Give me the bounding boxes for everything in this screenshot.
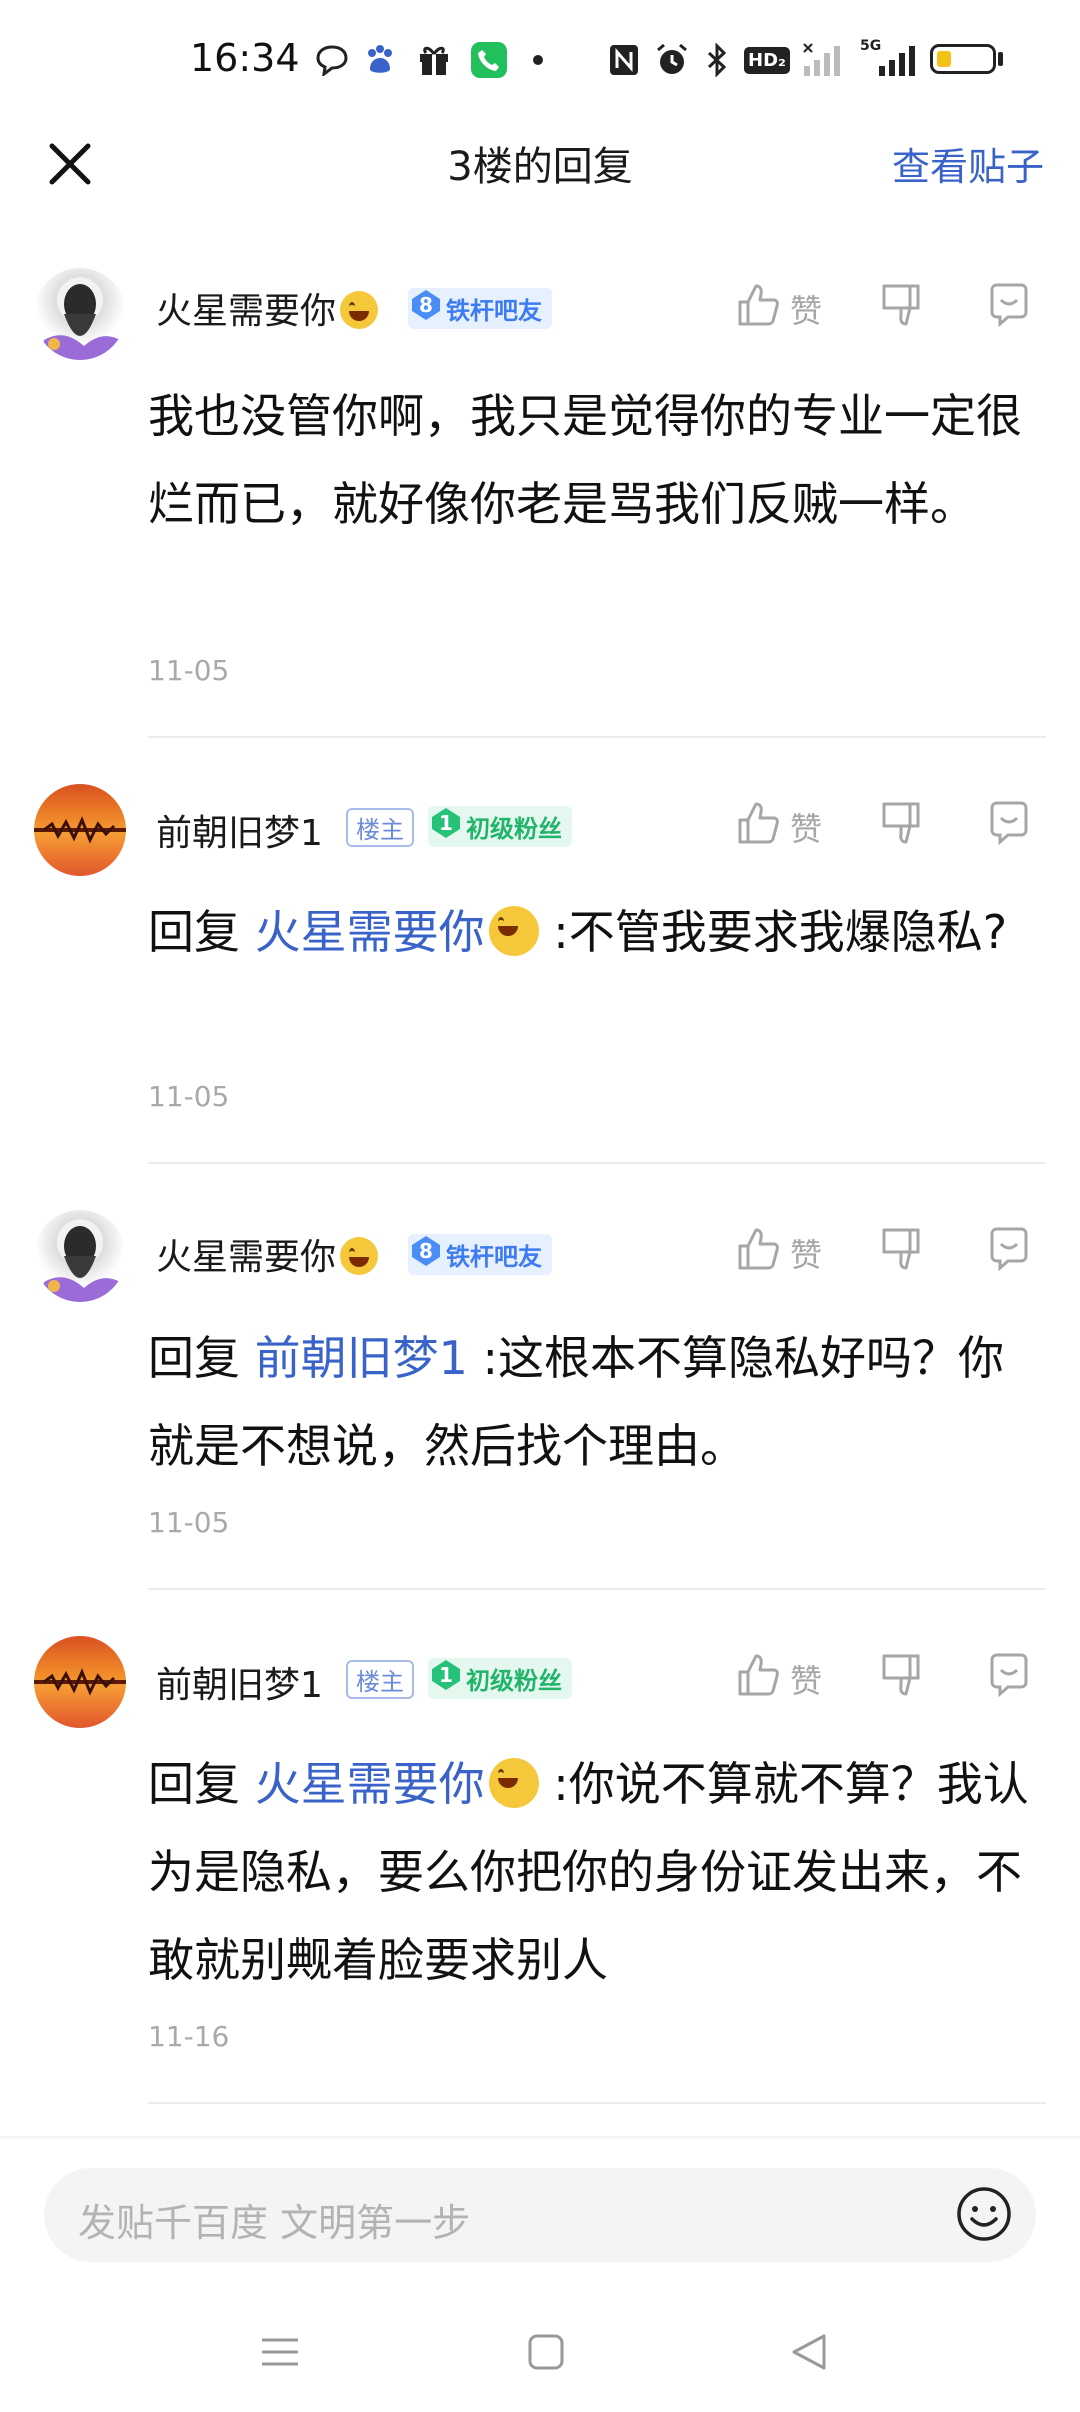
username[interactable]: 火星需要你 (156, 282, 379, 334)
like-label[interactable]: 赞 (790, 286, 822, 332)
reply-date: 11-05 (148, 1506, 230, 1539)
hd-label: HD₂ (744, 46, 790, 74)
mention-link[interactable]: 火星需要你 (255, 1757, 539, 1811)
signal-icon (800, 40, 844, 80)
grinning-emoji-icon (340, 291, 379, 329)
alarm-icon (652, 40, 692, 80)
level-label: 初级粉丝 (466, 1667, 562, 1695)
divider (148, 2102, 1046, 2104)
reply-prefix: 回复 (148, 1331, 240, 1385)
5g-signal-icon: 5G (860, 38, 922, 80)
input-placeholder: 发贴千百度 文明第一步 (78, 2201, 471, 2245)
reply-content: 回复 火星需要你 :不管我要求我爆隐私? (148, 888, 1048, 976)
grinning-emoji-icon (340, 1237, 379, 1275)
level-number: 1 (432, 1660, 460, 1690)
nfc-icon (606, 40, 642, 80)
status-time: 16:34 (190, 36, 300, 80)
reply-input[interactable]: 发贴千百度 文明第一步 (44, 2168, 1036, 2262)
like-label[interactable]: 赞 (790, 1230, 822, 1276)
reply-content: 回复 火星需要你 :你说不算就不算？我认为是隐私，要么你把你的身份证发出来，不敢… (148, 1740, 1048, 2004)
level-number: 8 (412, 1236, 440, 1266)
menu-icon[interactable] (250, 2322, 310, 2382)
level-number: 8 (412, 290, 440, 320)
username[interactable]: 前朝旧梦1 (156, 804, 323, 856)
reply-content: 回复 前朝旧梦1 :这根本不算隐私好吗？你就是不想说，然后找个理由。 (148, 1314, 1048, 1490)
level-badge: 1 初级粉丝 (428, 1658, 572, 1699)
level-number: 1 (432, 808, 460, 838)
avatar[interactable] (34, 1636, 126, 1728)
username-text: 火星需要你 (156, 1237, 337, 1278)
comment-icon[interactable] (986, 1226, 1032, 1276)
divider (148, 736, 1046, 738)
mention-link[interactable]: 前朝旧梦1 (255, 1331, 468, 1385)
level-label: 初级粉丝 (466, 815, 562, 843)
username[interactable]: 火星需要你 (156, 1228, 379, 1280)
phone-icon (468, 40, 510, 80)
reply-prefix: 回复 (148, 905, 240, 959)
reply-content: 我也没管你啊，我只是觉得你的专业一定很烂而已，就好像你老是骂我们反贼一样。 (148, 389, 1022, 531)
baidu-paw-icon (360, 40, 400, 80)
home-square-icon[interactable] (516, 2322, 576, 2382)
username-text: 火星需要你 (156, 291, 337, 332)
avatar[interactable] (34, 268, 126, 360)
comment-icon[interactable] (986, 282, 1032, 332)
header: 3楼的回复 查看贴子 (0, 120, 1080, 208)
avatar[interactable] (34, 784, 126, 876)
grinning-emoji-icon (488, 906, 539, 956)
5g-label: 5G (860, 38, 882, 54)
reply-date: 11-05 (148, 1080, 230, 1113)
comment-icon[interactable] (986, 1652, 1032, 1702)
level-badge: 1 初级粉丝 (428, 806, 572, 847)
battery-icon (930, 44, 996, 74)
reply-text: :不管我要求我爆隐私? (553, 905, 1008, 959)
view-post-link[interactable]: 查看贴子 (892, 136, 1044, 191)
back-triangle-icon[interactable] (780, 2322, 840, 2382)
reply-date: 11-16 (148, 2020, 230, 2053)
divider (148, 1588, 1046, 1590)
level-badge: 8 铁杆吧友 (408, 1234, 552, 1275)
thumbs-down-icon[interactable] (880, 1226, 926, 1276)
thumbs-down-icon[interactable] (880, 282, 926, 332)
status-bar: 16:34 HD₂ 5G (0, 0, 1080, 120)
mention-link[interactable]: 火星需要你 (255, 905, 539, 959)
like-label[interactable]: 赞 (790, 1656, 822, 1702)
system-nav-bar (0, 2300, 1080, 2412)
thumbs-down-icon[interactable] (880, 800, 926, 850)
reply-date: 11-05 (148, 654, 230, 687)
username[interactable]: 前朝旧梦1 (156, 1656, 323, 1708)
like-label[interactable]: 赞 (790, 804, 822, 850)
bluetooth-icon (702, 40, 732, 80)
divider (148, 1162, 1046, 1164)
level-badge: 8 铁杆吧友 (408, 288, 552, 329)
thumbs-up-icon[interactable] (736, 1226, 786, 1276)
mention-text: 火星需要你 (254, 1757, 485, 1811)
thumbs-up-icon[interactable] (736, 282, 786, 332)
mention-text: 火星需要你 (254, 905, 485, 959)
owner-badge: 楼主 (346, 1660, 414, 1699)
thumbs-up-icon[interactable] (736, 800, 786, 850)
dot-icon (528, 40, 548, 80)
emoji-icon[interactable] (954, 2184, 1014, 2244)
reply-prefix: 回复 (148, 1757, 240, 1811)
battery-tip (998, 52, 1003, 66)
avatar[interactable] (34, 1210, 126, 1302)
thumbs-up-icon[interactable] (736, 1652, 786, 1702)
gift-icon (414, 40, 454, 80)
level-label: 铁杆吧友 (446, 1243, 542, 1271)
hd-icon: HD₂ (744, 40, 790, 80)
chat-bubble-icon (312, 40, 352, 80)
level-label: 铁杆吧友 (446, 297, 542, 325)
owner-badge: 楼主 (346, 808, 414, 847)
grinning-emoji-icon (488, 1758, 539, 1808)
reply-input-bar: 发贴千百度 文明第一步 (0, 2140, 1080, 2280)
comment-icon[interactable] (986, 800, 1032, 850)
thumbs-down-icon[interactable] (880, 1652, 926, 1702)
